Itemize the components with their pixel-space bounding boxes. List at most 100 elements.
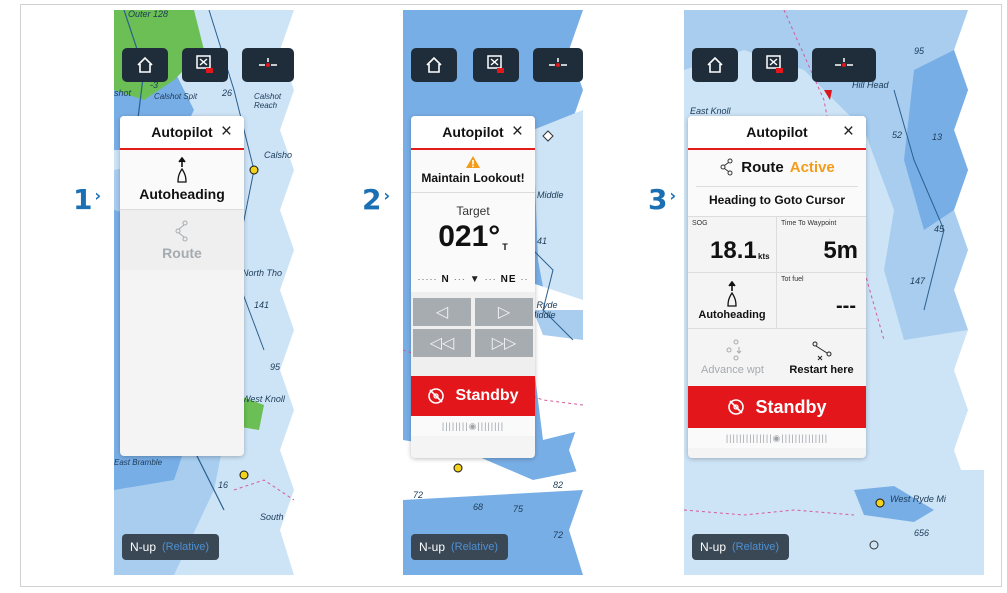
compass-ticks-left: ····· (417, 274, 438, 284)
close-button[interactable]: × (221, 122, 232, 142)
heading-to-row: Heading to Goto Cursor (688, 184, 866, 216)
route-label: Route (741, 158, 784, 176)
advance-waypoint-icon (726, 339, 741, 361)
target-heading-unit: T (502, 242, 508, 252)
home-button[interactable] (122, 48, 168, 82)
waypoint-button[interactable] (752, 48, 798, 82)
standby-button[interactable]: Standby (688, 386, 866, 428)
compass-n: N (441, 273, 450, 285)
steering-wheel-off-icon (728, 399, 745, 415)
standby-label: Standby (755, 396, 827, 417)
orientation-mode-indicator[interactable]: N-up (Relative) (411, 534, 509, 560)
time-to-waypoint-cell[interactable]: Time To Waypoint 5m (777, 216, 866, 272)
motion-mode-label: (Relative) (732, 541, 780, 553)
target-value: 021° T (438, 220, 508, 253)
motion-mode-label: (Relative) (451, 541, 499, 553)
port-10-button[interactable]: ◁◁ (413, 329, 471, 357)
chevron-right-icon: ▷ (497, 304, 511, 321)
motion-mode-label: (Relative) (162, 541, 210, 553)
autoheading-button[interactable]: Autoheading (120, 150, 244, 210)
goto-cursor-button[interactable] (812, 48, 876, 82)
totfuel-value: --- (836, 295, 856, 317)
step-number-2: 2 › (362, 183, 391, 216)
compass-ticks-right: ·· (520, 274, 529, 284)
sog-cell[interactable]: SOG 18.1 kts (688, 216, 777, 272)
orientation-mode-indicator[interactable]: N-up (Relative) (692, 534, 790, 560)
data-grid: SOG 18.1 kts Time To Waypoint 5m Autohea… (688, 216, 866, 328)
drag-handle[interactable]: ||||||||||||||◉|||||||||||||| (688, 428, 866, 448)
warning-text: Maintain Lookout! (421, 171, 525, 185)
autopilot-dialog-1: Autopilot × Autoheading Route (120, 116, 244, 456)
route-icon (720, 158, 733, 176)
orientation-mode-indicator[interactable]: N-up (Relative) (122, 534, 220, 560)
goto-cursor-button[interactable] (242, 48, 294, 82)
compass-ne: NE (500, 273, 517, 285)
orientation-label: N-up (419, 540, 446, 554)
target-heading-value: 021° (438, 220, 501, 253)
autoheading-icon (177, 157, 187, 183)
home-icon (707, 56, 723, 73)
compass-strip: ····· N ··· ▼ ··· NE ·· (411, 266, 535, 292)
lookout-warning: Maintain Lookout! (411, 150, 535, 190)
home-icon (426, 56, 442, 73)
screen-panel-1: Outer 128 shot -3 Calshot Spit 26 Calsho… (114, 10, 294, 575)
heading-pointer-icon: ▼ (469, 273, 481, 285)
standby-label: Standby (455, 387, 519, 404)
autoheading-icon (727, 280, 737, 307)
route-status-row: Route Active (688, 150, 866, 184)
step-number-3: 3 › (648, 183, 677, 216)
waypoint-flag-icon (487, 55, 504, 73)
waypoint-flag-icon (766, 55, 783, 73)
total-fuel-cell[interactable]: Tot fuel --- (777, 272, 866, 328)
sog-unit: kts (758, 252, 770, 261)
starboard-10-button[interactable]: ▷▷ (475, 329, 533, 357)
restart-here-label: Restart here (789, 363, 854, 376)
home-icon (137, 56, 153, 73)
restart-here-button[interactable]: Restart here (777, 329, 866, 386)
goto-cursor-icon (259, 58, 277, 67)
route-icon (175, 220, 188, 241)
double-chevron-left-icon: ◁◁ (429, 335, 455, 352)
waypoint-button[interactable] (473, 48, 519, 82)
advance-waypoint-button[interactable]: Advance wpt (688, 329, 777, 386)
drag-handle-icon: ||||||||◉|||||||| (441, 420, 505, 431)
route-label: Route (162, 244, 202, 261)
ttw-label: Time To Waypoint (781, 220, 837, 227)
target-label: Target (456, 204, 490, 218)
route-button[interactable]: Route (120, 210, 244, 270)
home-button[interactable] (411, 48, 457, 82)
close-button[interactable]: × (512, 122, 523, 142)
autopilot-dialog-3: Autopilot × Route Active Heading to Goto… (688, 116, 866, 458)
route-status-badge: Active (789, 158, 835, 176)
close-button[interactable]: × (843, 122, 854, 142)
autoheading-label: Autoheading (698, 308, 766, 321)
drag-handle[interactable]: ||||||||◉|||||||| (411, 416, 535, 436)
compass-ticks-mid2: ··· (484, 274, 497, 284)
waypoint-button[interactable] (182, 48, 228, 82)
orientation-label: N-up (130, 540, 157, 554)
screen-panel-2: Middle 41 h Ryde Middle 72 68 75 82 72 N… (403, 10, 583, 575)
ttw-value: 5m (823, 237, 858, 264)
dialog-title: Autopilot (151, 124, 213, 140)
starboard-1-button[interactable]: ▷ (475, 298, 533, 326)
waypoint-flag-icon (196, 55, 213, 73)
dialog-title: Autopilot (746, 124, 808, 140)
step-number-1: 1 › (73, 183, 102, 216)
drag-handle-icon: ||||||||||||||◉|||||||||||||| (725, 432, 829, 443)
totfuel-label: Tot fuel (781, 276, 804, 283)
goto-cursor-icon (549, 58, 567, 67)
standby-button[interactable]: Standby (411, 376, 535, 416)
autopilot-dialog-2: Autopilot × Maintain Lookout! Target 021… (411, 116, 535, 458)
target-heading-area: Target 021° T (411, 190, 535, 266)
restart-route-icon (812, 341, 831, 360)
warning-icon (466, 156, 480, 168)
screen-panel-3: 95 Hill Head East Knoll 52 13 45 147 Wes… (684, 10, 984, 575)
steering-wheel-off-icon (428, 388, 445, 404)
sog-value: 18.1 (710, 237, 757, 264)
port-1-button[interactable]: ◁ (413, 298, 471, 326)
autoheading-cell[interactable]: Autoheading (688, 272, 777, 328)
advance-waypoint-label: Advance wpt (701, 364, 764, 376)
home-button[interactable] (692, 48, 738, 82)
double-chevron-right-icon: ▷▷ (491, 335, 517, 352)
goto-cursor-button[interactable] (533, 48, 583, 82)
